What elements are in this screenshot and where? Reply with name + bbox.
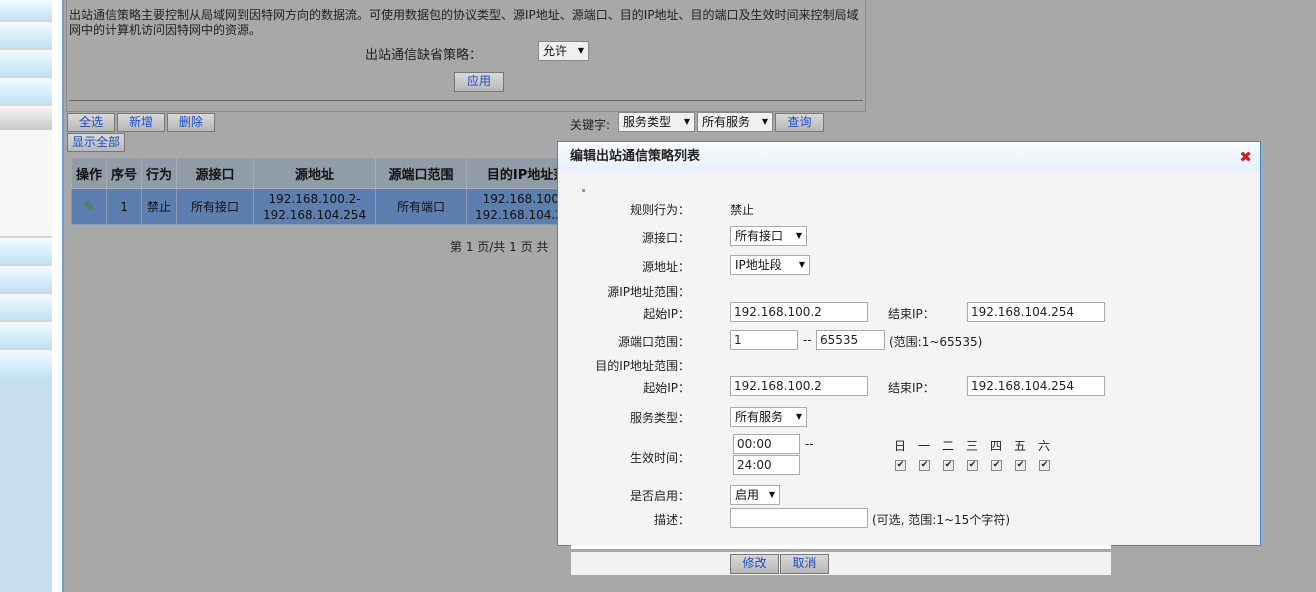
dialog-title: 编辑出站通信策略列表 xyxy=(558,142,1260,171)
cell-src-port: 所有端口 xyxy=(375,188,468,225)
sidebar-item[interactable] xyxy=(0,294,52,320)
cancel-button[interactable]: 取消 xyxy=(780,554,829,574)
policy-table: 操作 序号 行为 源接口 源地址 源端口范围 目的IP地址范 ✎ 1 禁止 所有… xyxy=(70,157,588,225)
day-label: 日 xyxy=(894,439,907,453)
apply-button[interactable]: 应用 xyxy=(454,72,504,92)
keyword-label: 关键字: xyxy=(570,118,611,132)
src-end-ip-label: 结束IP： xyxy=(888,307,935,321)
separator xyxy=(69,100,863,101)
src-iface-select[interactable]: 所有接口 xyxy=(730,226,807,246)
day-checkbox[interactable]: ✔ xyxy=(1015,460,1026,471)
src-range-label: 源IP地址范围： xyxy=(607,285,690,299)
day-checkbox[interactable]: ✔ xyxy=(895,460,906,471)
keyword-field-select[interactable]: 服务类型 xyxy=(618,112,695,132)
src-port-label: 源端口范围： xyxy=(617,335,690,349)
dialog-footer-edge xyxy=(571,545,1111,549)
service-label: 服务类型： xyxy=(629,411,690,425)
cell-action: 禁止 xyxy=(141,188,178,225)
src-start-ip-label: 起始IP： xyxy=(643,307,690,321)
dst-end-ip-label: 结束IP： xyxy=(888,381,935,395)
sidebar xyxy=(0,0,52,592)
default-policy-select[interactable]: 允许 xyxy=(538,41,589,61)
day-label: 四 xyxy=(990,439,1003,453)
query-button[interactable]: 查询 xyxy=(775,113,824,132)
src-addr-start: 192.168.100.2- xyxy=(268,191,361,206)
dialog-footer xyxy=(571,552,1111,575)
day-checkbox[interactable]: ✔ xyxy=(967,460,978,471)
day-label: 六 xyxy=(1038,439,1051,453)
time-start-input[interactable]: 00:00 xyxy=(733,434,800,454)
col-header: 源接口 xyxy=(176,157,255,189)
policy-panel: 出站通信策略主要控制从局域网到因特网方向的数据流。可使用数据包的协议类型、源IP… xyxy=(66,0,866,112)
divider xyxy=(62,0,64,592)
port-dash: -- xyxy=(803,333,812,347)
modify-button[interactable]: 修改 xyxy=(730,554,779,574)
src-addr-select[interactable]: IP地址段 xyxy=(730,255,810,275)
day-label: 一 xyxy=(918,439,931,453)
port-hint: (范围:1~65535) xyxy=(889,335,983,349)
sidebar-gutter xyxy=(52,0,62,592)
day-checkbox[interactable]: ✔ xyxy=(943,460,954,471)
col-header: 源地址 xyxy=(253,157,377,189)
desc-input[interactable] xyxy=(730,508,868,528)
table-row[interactable]: ✎ 1 禁止 所有接口 192.168.100.2- 192.168.104.25… xyxy=(70,188,588,225)
add-button[interactable]: 新增 xyxy=(117,113,165,132)
select-all-button[interactable]: 全选 xyxy=(67,113,115,132)
rule-action-value: 禁止 xyxy=(730,203,755,217)
sidebar-item[interactable] xyxy=(0,78,52,104)
sidebar-item[interactable] xyxy=(0,266,52,292)
col-header: 序号 xyxy=(106,157,143,189)
src-addr-label: 源地址： xyxy=(641,260,690,274)
sidebar-spacer xyxy=(0,130,52,236)
close-icon[interactable]: ✖ xyxy=(1239,148,1252,166)
desc-hint: (可选, 范围:1~15个字符) xyxy=(872,513,1010,527)
col-header: 操作 xyxy=(70,157,108,189)
day-checkbox[interactable]: ✔ xyxy=(991,460,1002,471)
time-end-input[interactable]: 24:00 xyxy=(733,455,800,475)
sidebar-item[interactable] xyxy=(0,238,52,264)
day-checkbox[interactable]: ✔ xyxy=(919,460,930,471)
dst-start-ip-label: 起始IP： xyxy=(643,381,690,395)
sidebar-item[interactable] xyxy=(0,322,52,348)
sidebar-item[interactable] xyxy=(0,22,52,48)
table-header: 操作 序号 行为 源接口 源地址 源端口范围 目的IP地址范 xyxy=(70,157,588,189)
day-label: 五 xyxy=(1014,439,1027,453)
cell-src-iface: 所有接口 xyxy=(176,188,255,225)
rule-action-label: 规则行为： xyxy=(629,203,690,217)
sidebar-spacer xyxy=(0,378,52,592)
enable-select[interactable]: 启用 xyxy=(730,485,780,505)
sidebar-item[interactable] xyxy=(0,106,52,130)
sidebar-item[interactable] xyxy=(0,0,52,20)
src-addr-end: 192.168.104.254 xyxy=(263,207,367,222)
service-select[interactable]: 所有服务 xyxy=(730,407,807,427)
time-label: 生效时间： xyxy=(629,451,690,465)
time-dash: -- xyxy=(805,437,814,451)
sidebar-item[interactable] xyxy=(0,50,52,76)
dst-range-label: 目的IP地址范围： xyxy=(595,359,690,373)
src-start-ip-input[interactable]: 192.168.100.2 xyxy=(730,302,868,322)
src-iface-label: 源接口： xyxy=(641,231,690,245)
show-all-button[interactable]: 显示全部 xyxy=(67,133,125,152)
delete-button[interactable]: 删除 xyxy=(167,113,215,132)
cell-index: 1 xyxy=(106,188,143,225)
dst-start-ip-input[interactable]: 192.168.100.2 xyxy=(730,376,868,396)
sidebar-item[interactable] xyxy=(0,350,52,378)
marker xyxy=(582,189,585,192)
day-label: 三 xyxy=(966,439,979,453)
edit-icon[interactable]: ✎ xyxy=(70,188,108,225)
col-header: 行为 xyxy=(141,157,178,189)
src-port-to-input[interactable]: 65535 xyxy=(816,330,885,350)
default-policy-label: 出站通信缺省策略： xyxy=(365,48,483,63)
desc-label: 描述： xyxy=(653,513,690,527)
col-header: 源端口范围 xyxy=(375,157,468,189)
day-checkbox[interactable]: ✔ xyxy=(1039,460,1050,471)
day-label: 二 xyxy=(942,439,955,453)
src-port-from-input[interactable]: 1 xyxy=(730,330,798,350)
cell-src-addr: 192.168.100.2- 192.168.104.254 xyxy=(253,188,377,225)
keyword-value-select[interactable]: 所有服务 xyxy=(697,112,773,132)
intro-text: 网中的计算机访问因特网中的资源。 xyxy=(69,23,262,37)
src-end-ip-input[interactable]: 192.168.104.254 xyxy=(967,302,1105,322)
enable-label: 是否启用： xyxy=(629,489,690,503)
dst-end-ip-input[interactable]: 192.168.104.254 xyxy=(967,376,1105,396)
